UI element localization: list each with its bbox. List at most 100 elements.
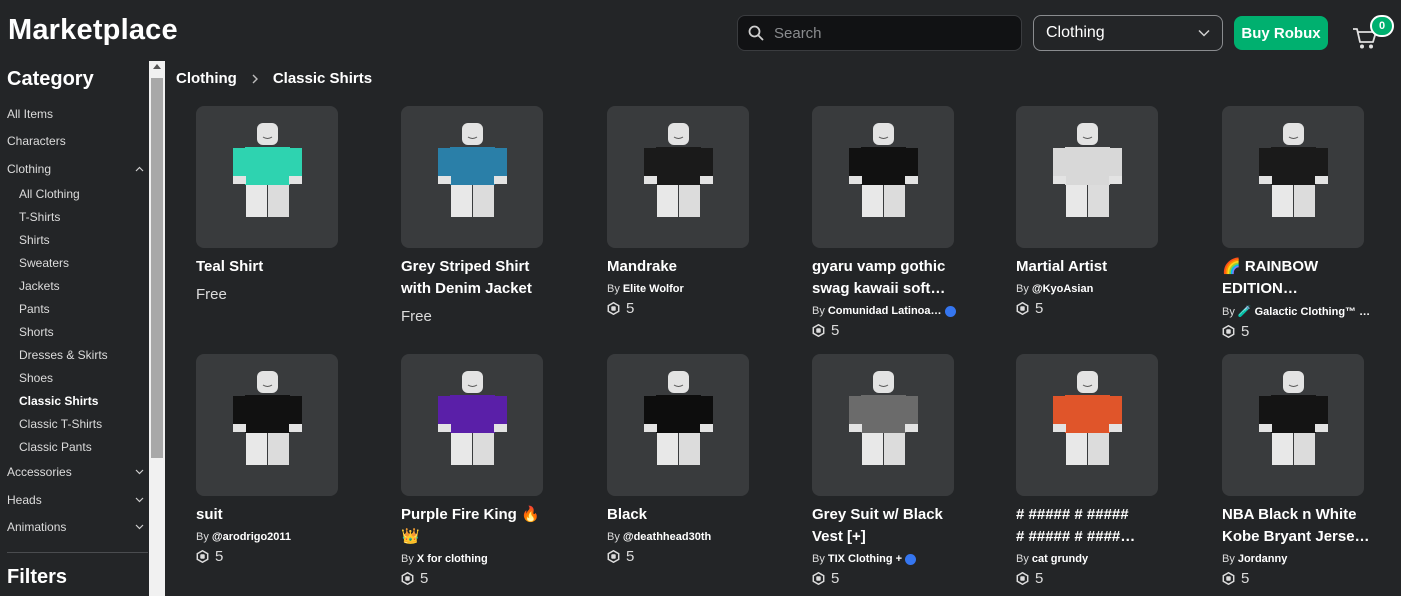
item-name-line1: gyaru vamp gothic — [812, 258, 946, 275]
item-name[interactable]: Grey Suit w/ Black Vest [+] — [812, 504, 970, 548]
sidebar-item-dresses-skirts[interactable]: Dresses & Skirts — [0, 344, 150, 367]
item-price: 5 — [1222, 570, 1392, 587]
item-card[interactable]: 🌈 RAINBOW EDITION… By 🧪 Galactic Clothing™ … — [1222, 106, 1392, 340]
sidebar-item-jackets[interactable]: Jackets — [0, 275, 150, 298]
item-creator[interactable]: By Jordanny — [1222, 553, 1392, 565]
item-name[interactable]: Teal Shirt — [196, 256, 354, 278]
item-card[interactable]: Grey Suit w/ Black Vest [+] By TIX Clothing… — [812, 354, 982, 587]
item-card[interactable]: Martial Artist By @KyoAsian 5 — [1016, 106, 1186, 317]
breadcrumb: Clothing Classic Shirts — [176, 70, 372, 87]
item-creator[interactable]: By X for clothing — [401, 553, 571, 565]
item-thumbnail[interactable] — [1222, 106, 1364, 248]
item-name[interactable]: Mandrake — [607, 256, 765, 278]
item-name-line1: 🌈 RAINBOW — [1222, 258, 1319, 275]
item-thumbnail[interactable] — [812, 354, 954, 496]
sidebar-item-classic-pants[interactable]: Classic Pants — [0, 436, 150, 459]
item-price: 5 — [196, 548, 366, 565]
item-name[interactable]: Black — [607, 504, 765, 526]
scroll-up-arrow-icon[interactable] — [153, 64, 161, 69]
item-creator[interactable]: By Elite Wolfor — [607, 283, 777, 295]
item-thumbnail[interactable] — [196, 106, 338, 248]
avatar-thumbnail-icon — [1259, 123, 1328, 217]
creator-by-label: By — [812, 553, 825, 565]
item-card[interactable]: Black By @deathhead30th 5 — [607, 354, 777, 565]
sidebar-item-heads[interactable]: Heads — [0, 486, 150, 514]
item-name[interactable]: # ##### # ##### # ##### # ####… — [1016, 504, 1174, 548]
creator-name: Elite Wolfor — [622, 283, 684, 295]
item-name[interactable]: Purple Fire King 🔥 👑 — [401, 504, 559, 548]
sidebar-item-shoes[interactable]: Shoes — [0, 367, 150, 390]
item-name[interactable]: suit — [196, 504, 354, 526]
item-thumbnail[interactable] — [401, 354, 543, 496]
sidebar-scrollbar-thumb[interactable] — [151, 78, 163, 458]
item-thumbnail[interactable] — [196, 354, 338, 496]
creator-name: cat grundy — [1031, 553, 1089, 565]
item-creator[interactable]: By @KyoAsian — [1016, 283, 1186, 295]
breadcrumb-parent[interactable]: Clothing — [176, 70, 237, 87]
sidebar-item-label: T-Shirts — [19, 210, 61, 224]
creator-name: @arodrigo2011 — [211, 531, 292, 543]
sidebar-item-label: Jackets — [19, 279, 60, 293]
search-input[interactable] — [774, 24, 1004, 42]
sidebar-item-sweaters[interactable]: Sweaters — [0, 252, 150, 275]
creator-by-label: By — [401, 553, 414, 565]
item-creator[interactable]: By cat grundy — [1016, 553, 1186, 565]
item-card[interactable]: NBA Black n White Kobe Bryant Jerse… By Jor… — [1222, 354, 1392, 587]
creator-name: @KyoAsian — [1031, 283, 1094, 295]
item-thumbnail[interactable] — [607, 106, 749, 248]
search-box[interactable] — [737, 15, 1022, 51]
sidebar-item-accessories[interactable]: Accessories — [0, 459, 150, 487]
robux-icon — [196, 550, 209, 563]
item-card[interactable]: # ##### # ##### # ##### # ####… By cat grun… — [1016, 354, 1186, 587]
item-name[interactable]: Martial Artist — [1016, 256, 1174, 278]
avatar-thumbnail-icon — [233, 371, 302, 465]
sidebar-item-t-shirts[interactable]: T-Shirts — [0, 206, 150, 229]
search-icon — [748, 25, 764, 41]
price-value: 5 — [420, 570, 429, 587]
item-name-line1: # ##### # ##### — [1016, 506, 1129, 523]
item-card[interactable]: suit By @arodrigo2011 5 — [196, 354, 366, 565]
item-card[interactable]: Teal Shirt Free — [196, 106, 366, 303]
breadcrumb-current: Classic Shirts — [272, 70, 373, 87]
sidebar-item-classic-t-shirts[interactable]: Classic T-Shirts — [0, 413, 150, 436]
sidebar-item-animations[interactable]: Animations — [0, 514, 150, 542]
item-name[interactable]: 🌈 RAINBOW EDITION… — [1222, 256, 1380, 300]
item-name[interactable]: Grey Striped Shirt with Denim Jacket — [401, 256, 559, 300]
item-thumbnail[interactable] — [1016, 354, 1158, 496]
item-card[interactable]: gyaru vamp gothic swag kawaii soft… By Comu… — [812, 106, 982, 339]
sidebar-item-all-items[interactable]: All Items — [0, 100, 150, 128]
robux-icon — [1222, 572, 1235, 585]
item-name-line1: Grey Striped Shirt — [401, 258, 530, 275]
item-name-line1: suit — [196, 506, 223, 523]
item-creator[interactable]: By @arodrigo2011 — [196, 531, 366, 543]
item-thumbnail[interactable] — [1016, 106, 1158, 248]
sidebar-item-label: Shorts — [19, 325, 54, 339]
sidebar-item-clothing[interactable]: Clothing — [0, 155, 150, 183]
item-card[interactable]: Purple Fire King 🔥 👑 By X for clothing 5 — [401, 354, 571, 587]
item-thumbnail[interactable] — [607, 354, 749, 496]
sidebar-item-shorts[interactable]: Shorts — [0, 321, 150, 344]
item-creator[interactable]: By TIX Clothing + — [812, 553, 982, 565]
price-value: 5 — [831, 570, 840, 587]
item-thumbnail[interactable] — [812, 106, 954, 248]
item-creator[interactable]: By Comunidad Latinoa… — [812, 305, 982, 317]
item-card[interactable]: Mandrake By Elite Wolfor 5 — [607, 106, 777, 317]
item-thumbnail[interactable] — [1222, 354, 1364, 496]
price-value: Free — [196, 286, 227, 303]
sidebar-item-shirts[interactable]: Shirts — [0, 229, 150, 252]
item-card[interactable]: Grey Striped Shirt with Denim Jacket Free — [401, 106, 571, 325]
item-creator[interactable]: By @deathhead30th — [607, 531, 777, 543]
item-thumbnail[interactable] — [401, 106, 543, 248]
creator-by-label: By — [1222, 553, 1235, 565]
buy-robux-button[interactable]: Buy Robux — [1234, 16, 1328, 50]
item-name[interactable]: gyaru vamp gothic swag kawaii soft… — [812, 256, 970, 300]
item-name[interactable]: NBA Black n White Kobe Bryant Jerse… — [1222, 504, 1380, 548]
item-price: 5 — [401, 570, 571, 587]
sidebar-item-pants[interactable]: Pants — [0, 298, 150, 321]
creator-name: X for clothing — [416, 553, 488, 565]
category-dropdown[interactable]: Clothing — [1033, 15, 1223, 51]
sidebar-item-classic-shirts[interactable]: Classic Shirts — [0, 390, 150, 413]
item-creator[interactable]: By 🧪 Galactic Clothing™ … — [1222, 305, 1392, 319]
sidebar-item-all-clothing[interactable]: All Clothing — [0, 183, 150, 206]
sidebar-item-characters[interactable]: Characters — [0, 128, 150, 156]
